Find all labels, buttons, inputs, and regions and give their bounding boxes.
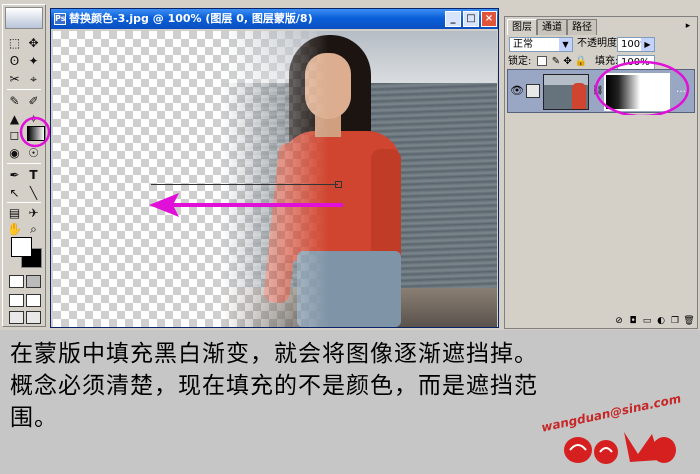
thumbnail-figure: [572, 83, 586, 109]
notes-tool-icon[interactable]: ▤: [6, 205, 23, 221]
close-button[interactable]: ×: [481, 11, 497, 27]
delete-layer-icon[interactable]: 🗑: [683, 315, 695, 327]
chevron-right-icon: ▶: [641, 38, 654, 51]
lock-transparency-checkbox[interactable]: [536, 56, 547, 66]
opacity-label: 不透明度:: [577, 38, 621, 49]
panel-footer: ⊘ ◘ ▭ ◐ ❐ 🗑: [507, 315, 695, 328]
photoshop-workspace: ⬚ ✥ ʘ ✦ ✂ ⌖ ✎ ✐ ▲ ✧ ◻ ◉ ☉ ✒ T ↖ ╲ ▤ ✈ ✋ …: [0, 0, 700, 330]
mask-highlight-ellipse: [594, 60, 690, 118]
masked-photo: [53, 31, 497, 327]
chevron-down-icon: ▼: [559, 38, 572, 51]
crop-tool-icon[interactable]: ✂: [6, 71, 23, 87]
path-selection-tool-icon[interactable]: ↖: [6, 185, 23, 201]
brush-tool-icon[interactable]: ✐: [25, 93, 42, 109]
blend-mode-select[interactable]: 正常 ▼: [509, 37, 573, 52]
opacity-input[interactable]: 100% ▶: [617, 37, 655, 52]
new-layer-icon[interactable]: ❐: [669, 315, 681, 327]
maximize-button[interactable]: □: [463, 11, 479, 27]
lock-label: 锁定:: [508, 56, 532, 67]
photo-girl-jeans: [297, 251, 401, 327]
gradient-drag-endpoint: [335, 181, 342, 188]
tab-channels[interactable]: 通道: [537, 19, 567, 35]
eye-visibility-icon[interactable]: 👁: [510, 84, 524, 98]
layer-thumbnail[interactable]: [543, 74, 589, 110]
slice-tool-icon[interactable]: ⌖: [25, 71, 42, 87]
gradient-drag-line: [151, 184, 338, 185]
ps-document-icon: Ps: [54, 13, 66, 25]
add-mask-icon[interactable]: ◘: [627, 315, 639, 327]
lock-all-icon[interactable]: 🔒: [575, 56, 587, 67]
toolbox-divider: [7, 202, 41, 203]
dodge-tool-icon[interactable]: ☉: [25, 145, 42, 161]
document-title: 替换颜色-3.jpg @ 100% (图层 0, 图层蒙版/8): [69, 12, 313, 25]
foreground-color-swatch[interactable]: [11, 237, 32, 257]
panel-menu-arrow-icon[interactable]: ▸: [682, 20, 694, 32]
toolbox: ⬚ ✥ ʘ ✦ ✂ ⌖ ✎ ✐ ▲ ✧ ◻ ◉ ☉ ✒ T ↖ ╲ ▤ ✈ ✋ …: [2, 4, 51, 327]
toolbox-header-logo: [5, 7, 43, 29]
move-lock-icon[interactable]: ✥: [563, 56, 571, 67]
layers-list-empty-area: [507, 115, 695, 313]
zoom-tool-icon[interactable]: ⌕: [25, 221, 42, 237]
layer-mask-indicator-icon: [526, 84, 540, 98]
type-tool-icon[interactable]: T: [25, 167, 42, 183]
quick-mask-mode-icon[interactable]: [26, 275, 41, 288]
minimize-button[interactable]: _: [445, 11, 461, 27]
gradient-tool-highlight-circle: [19, 116, 51, 148]
blend-mode-value: 正常: [513, 39, 533, 50]
pen-tool-icon[interactable]: ✒: [6, 167, 23, 183]
magic-wand-tool-icon[interactable]: ✦: [25, 53, 42, 69]
link-layers-icon[interactable]: ⊘: [613, 315, 625, 327]
eyedropper-tool-icon[interactable]: ✈: [25, 205, 42, 221]
screen-mode-full-icon[interactable]: [26, 294, 41, 307]
marquee-tool-icon[interactable]: ⬚: [6, 35, 23, 51]
edit-in-imageready-icon[interactable]: [26, 311, 41, 324]
image-canvas[interactable]: [53, 31, 497, 327]
gradient-direction-arrow-icon: [149, 193, 343, 217]
watermark: wangduan@sina.com: [530, 391, 695, 472]
caption-line-1: 在蒙版中填充黑白渐变，就会将图像逐渐遮挡掉。: [10, 341, 538, 367]
tab-layers[interactable]: 图层: [507, 19, 537, 35]
panel-tabs: 图层 通道 路径: [507, 19, 597, 35]
toolbox-divider: [7, 163, 41, 164]
watermark-logo-icon: [564, 432, 676, 464]
layers-panel: 图层 通道 路径 ▸ 正常 ▼ 不透明度: 100% ▶ 锁定: ✎ ✥ 🔒 填…: [504, 16, 698, 329]
healing-brush-tool-icon[interactable]: ✎: [6, 93, 23, 109]
blur-tool-icon[interactable]: ◉: [6, 145, 23, 161]
document-window: Ps 替换颜色-3.jpg @ 100% (图层 0, 图层蒙版/8) _ □ …: [50, 8, 499, 328]
adjustment-layer-icon[interactable]: ◐: [655, 315, 667, 327]
photo-sky: [53, 31, 497, 83]
hand-tool-icon[interactable]: ✋: [6, 221, 23, 237]
screen-mode-standard-icon[interactable]: [9, 294, 24, 307]
standard-mode-icon[interactable]: [9, 275, 24, 288]
document-title-bar[interactable]: Ps 替换颜色-3.jpg @ 100% (图层 0, 图层蒙版/8) _ □ …: [51, 9, 498, 29]
lock-row: 锁定: ✎ ✥ 🔒: [508, 54, 587, 70]
brush-lock-icon[interactable]: ✎: [552, 56, 560, 67]
jump-to-imageready-icon[interactable]: [9, 311, 24, 324]
lasso-tool-icon[interactable]: ʘ: [6, 53, 23, 69]
move-tool-icon[interactable]: ✥: [25, 35, 42, 51]
toolbox-divider: [7, 89, 41, 90]
line-tool-icon[interactable]: ╲: [25, 185, 42, 201]
layer-set-icon[interactable]: ▭: [641, 315, 653, 327]
photo-girl-face: [305, 53, 351, 119]
tab-paths[interactable]: 路径: [567, 19, 597, 35]
